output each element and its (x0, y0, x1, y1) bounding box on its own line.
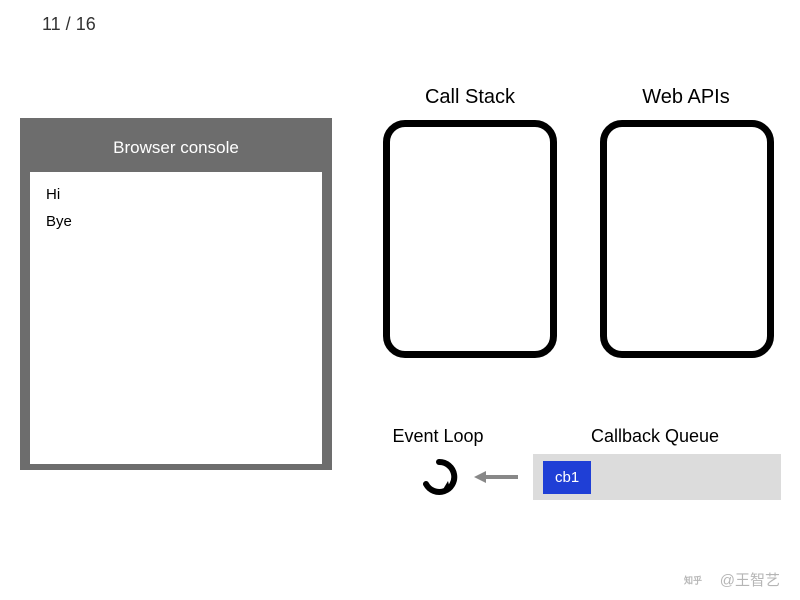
callback-queue-box: cb1 (533, 454, 781, 500)
call-stack-label: Call Stack (380, 86, 560, 109)
browser-console-panel: Browser console Hi Bye (20, 118, 332, 470)
callback-item: cb1 (543, 461, 591, 494)
call-stack-box (383, 120, 557, 358)
arrow-left-icon (472, 470, 520, 484)
console-title: Browser console (30, 128, 322, 172)
event-loop-icon (420, 458, 458, 496)
console-line: Hi (46, 186, 306, 203)
event-loop-label: Event Loop (368, 426, 508, 447)
web-apis-box (600, 120, 774, 358)
svg-text:知乎: 知乎 (684, 574, 702, 585)
step-counter: 11 / 16 (42, 14, 96, 35)
watermark-text: @王智艺 (720, 569, 780, 590)
console-line: Bye (46, 213, 306, 230)
callback-queue-label: Callback Queue (555, 426, 755, 447)
console-body: Hi Bye (30, 172, 322, 464)
zhihu-logo-icon: 知乎 (684, 572, 714, 588)
web-apis-label: Web APIs (596, 86, 776, 109)
watermark: 知乎 @王智艺 (684, 569, 780, 590)
